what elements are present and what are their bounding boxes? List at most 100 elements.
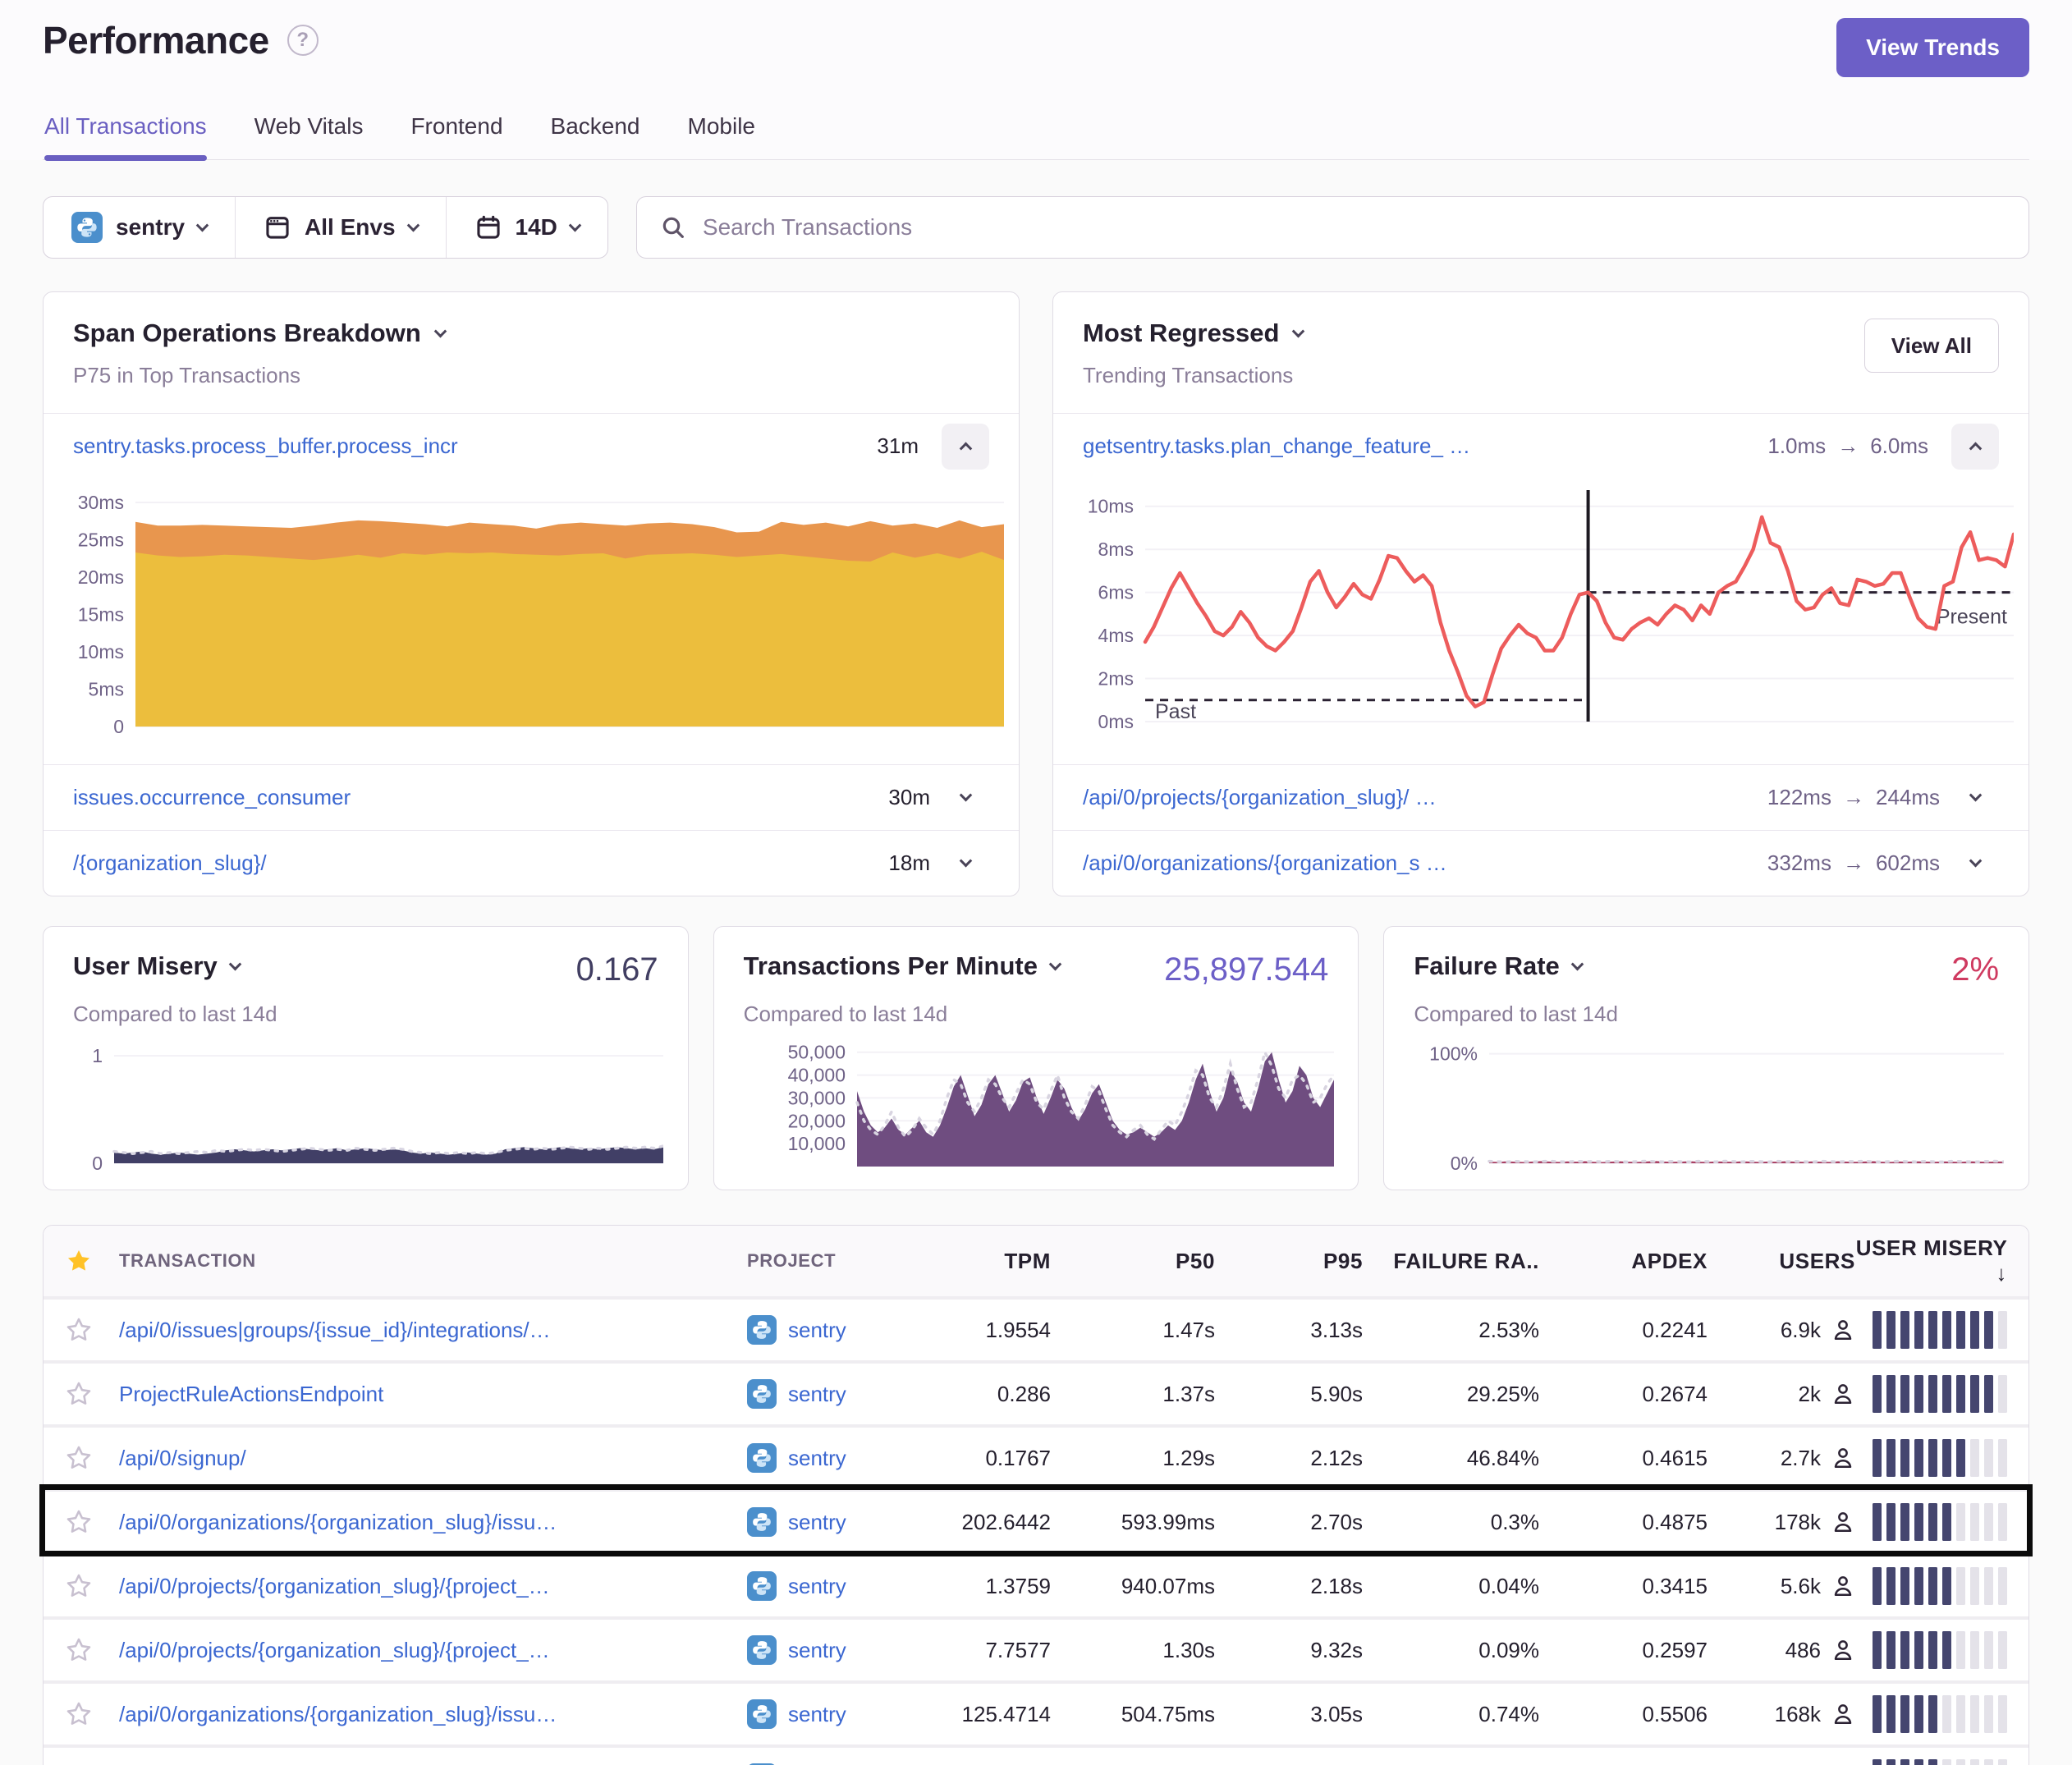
table-row[interactable]: /api/0/signup/ sentry 0.1767 1.29s 2.12s… <box>44 1424 2028 1488</box>
project-link[interactable]: sentry <box>747 1571 915 1601</box>
table-row[interactable]: /api/0/organizations/{organization_slug}… <box>44 1680 2028 1744</box>
tab-mobile[interactable]: Mobile <box>688 113 755 159</box>
col-transaction[interactable]: TRANSACTION <box>119 1250 747 1272</box>
transaction-link[interactable]: /api/0/signup/ <box>119 1446 747 1471</box>
expand-button[interactable] <box>942 859 989 868</box>
span-op-link[interactable]: sentry.tasks.process_buffer.process_incr <box>73 433 458 459</box>
page-header: Performance ? View Trends All Transactio… <box>0 0 2072 160</box>
transaction-link[interactable]: /api/0/issues|groups/{issue_id}/integrat… <box>119 1318 747 1343</box>
tab-backend[interactable]: Backend <box>551 113 640 159</box>
table-row[interactable]: /api/0/organizations/{organization_slug}… <box>44 1488 2028 1552</box>
tab-frontend[interactable]: Frontend <box>410 113 502 159</box>
col-apdex[interactable]: APDEX <box>1539 1249 1708 1274</box>
star-filled-icon[interactable] <box>65 1247 119 1275</box>
environment-filter-label: All Envs <box>305 214 395 241</box>
most-regressed-panel: Most Regressed Trending Transactions Vie… <box>1052 291 2029 896</box>
user-misery-score <box>1855 1567 2007 1605</box>
project-filter-label: sentry <box>116 214 185 241</box>
tab-web-vitals[interactable]: Web Vitals <box>254 113 364 159</box>
failure-rate-value: 0.09% <box>1363 1638 1539 1663</box>
project-filter[interactable]: sentry <box>44 197 235 258</box>
collapse-button[interactable] <box>942 424 989 470</box>
project-link[interactable]: sentry <box>747 1507 915 1537</box>
view-all-button[interactable]: View All <box>1864 319 1999 373</box>
col-user-misery-sorted[interactable]: USER MISERY ↓ <box>1855 1236 2007 1286</box>
transaction-link[interactable]: /api/0/organizations/{organization_slug}… <box>119 1702 747 1727</box>
col-tpm[interactable]: TPM <box>915 1249 1051 1274</box>
svg-text:20,000: 20,000 <box>787 1110 845 1131</box>
collapse-button[interactable] <box>1951 424 1999 470</box>
col-p95[interactable]: P95 <box>1215 1249 1363 1274</box>
arrow-right-icon: → <box>1843 850 1864 876</box>
span-op-link[interactable]: issues.occurrence_consumer <box>73 785 351 810</box>
star-outline-icon[interactable] <box>65 1380 119 1408</box>
span-operations-panel: Span Operations Breakdown P75 in Top Tra… <box>43 291 1020 896</box>
failure-rate-value: 46.84% <box>1363 1446 1539 1471</box>
table-row[interactable]: /api/0/issues|groups/{issue_id}/integrat… <box>44 1296 2028 1360</box>
chevron-down-icon <box>1292 324 1305 337</box>
p50-value: 1.47s <box>1051 1318 1215 1343</box>
project-link[interactable]: sentry <box>747 1699 915 1729</box>
most-regressed-title-dropdown[interactable]: Most Regressed <box>1083 319 1303 348</box>
users-value: 6.9k <box>1708 1318 1855 1343</box>
expand-button[interactable] <box>1951 859 1999 868</box>
project-link[interactable]: sentry <box>747 1315 915 1345</box>
star-outline-icon[interactable] <box>65 1572 119 1600</box>
tpm-title-dropdown[interactable]: Transactions Per Minute <box>744 951 1060 981</box>
user-misery-title-dropdown[interactable]: User Misery <box>73 951 240 981</box>
col-p50[interactable]: P50 <box>1051 1249 1215 1274</box>
span-op-link[interactable]: /{organization_slug}/ <box>73 850 267 876</box>
regression-from: 332ms <box>1767 850 1831 876</box>
svg-text:10,000: 10,000 <box>787 1133 845 1154</box>
star-outline-icon[interactable] <box>65 1444 119 1472</box>
p95-value: 2.12s <box>1215 1446 1363 1471</box>
transaction-link[interactable]: ProjectRuleActionsEndpoint <box>119 1382 747 1407</box>
project-link[interactable]: sentry <box>747 1635 915 1665</box>
star-outline-icon[interactable] <box>65 1700 119 1728</box>
expand-button[interactable] <box>942 793 989 802</box>
table-row[interactable]: /api/0/projects/{organization_slug}/{pro… <box>44 1552 2028 1616</box>
arrow-right-icon: → <box>1837 433 1859 459</box>
card-title: Failure Rate <box>1414 951 1559 981</box>
p50-value: 593.99ms <box>1051 1510 1215 1535</box>
python-project-icon <box>747 1635 777 1665</box>
project-link[interactable]: sentry <box>747 1443 915 1473</box>
star-outline-icon[interactable] <box>65 1636 119 1664</box>
regressed-transaction-link[interactable]: /api/0/organizations/{organization_s … <box>1083 850 1447 876</box>
svg-text:0ms: 0ms <box>1098 711 1134 732</box>
col-users[interactable]: USERS <box>1708 1249 1855 1274</box>
environment-filter[interactable]: All Envs <box>235 197 445 258</box>
span-ops-subtitle: P75 in Top Transactions <box>73 363 445 388</box>
col-project[interactable]: PROJECT <box>747 1250 915 1272</box>
failure-rate-title-dropdown[interactable]: Failure Rate <box>1414 951 1581 981</box>
span-ops-title-dropdown[interactable]: Span Operations Breakdown <box>73 319 445 348</box>
regressed-transaction-link[interactable]: getsentry.tasks.plan_change_feature_ … <box>1083 433 1470 459</box>
col-failure-rate[interactable]: FAILURE RA.. <box>1363 1249 1539 1274</box>
user-misery-score <box>1855 1439 2007 1477</box>
view-trends-button[interactable]: View Trends <box>1836 18 2029 77</box>
table-row[interactable]: /api/0/projects/{organization_slug}/{pro… <box>44 1616 2028 1680</box>
chevron-down-icon <box>1571 957 1584 970</box>
search-transactions-input[interactable]: Search Transactions <box>636 196 2029 259</box>
transaction-link[interactable]: /api/0/organizations/{organization_slug}… <box>119 1510 747 1535</box>
expand-button[interactable] <box>1951 793 1999 802</box>
failure-rate-value: 2.53% <box>1363 1318 1539 1343</box>
tab-all-transactions[interactable]: All Transactions <box>44 113 207 159</box>
chevron-down-icon <box>433 324 447 337</box>
date-range-filter[interactable]: 14D <box>446 197 607 258</box>
svg-text:40,000: 40,000 <box>787 1065 845 1086</box>
table-header: TRANSACTION PROJECT TPM P50 P95 FAILURE … <box>44 1226 2028 1296</box>
transaction-link[interactable]: /api/0/projects/{organization_slug}/{pro… <box>119 1574 747 1599</box>
span-ops-chart: 05ms10ms15ms20ms25ms30ms <box>57 484 1004 754</box>
table-row[interactable] <box>44 1744 2028 1765</box>
svg-text:15ms: 15ms <box>78 604 124 626</box>
star-outline-icon[interactable] <box>65 1316 119 1344</box>
regressed-transaction-link[interactable]: /api/0/projects/{organization_slug}/ … <box>1083 785 1437 810</box>
star-outline-icon[interactable] <box>65 1508 119 1536</box>
chevron-down-icon <box>196 218 209 232</box>
help-icon[interactable]: ? <box>287 25 319 56</box>
table-row[interactable]: ProjectRuleActionsEndpoint sentry 0.286 … <box>44 1360 2028 1424</box>
project-link[interactable]: sentry <box>747 1379 915 1409</box>
user-misery-card: User Misery 0.167 Compared to last 14d 1… <box>43 926 689 1190</box>
transaction-link[interactable]: /api/0/projects/{organization_slug}/{pro… <box>119 1638 747 1663</box>
